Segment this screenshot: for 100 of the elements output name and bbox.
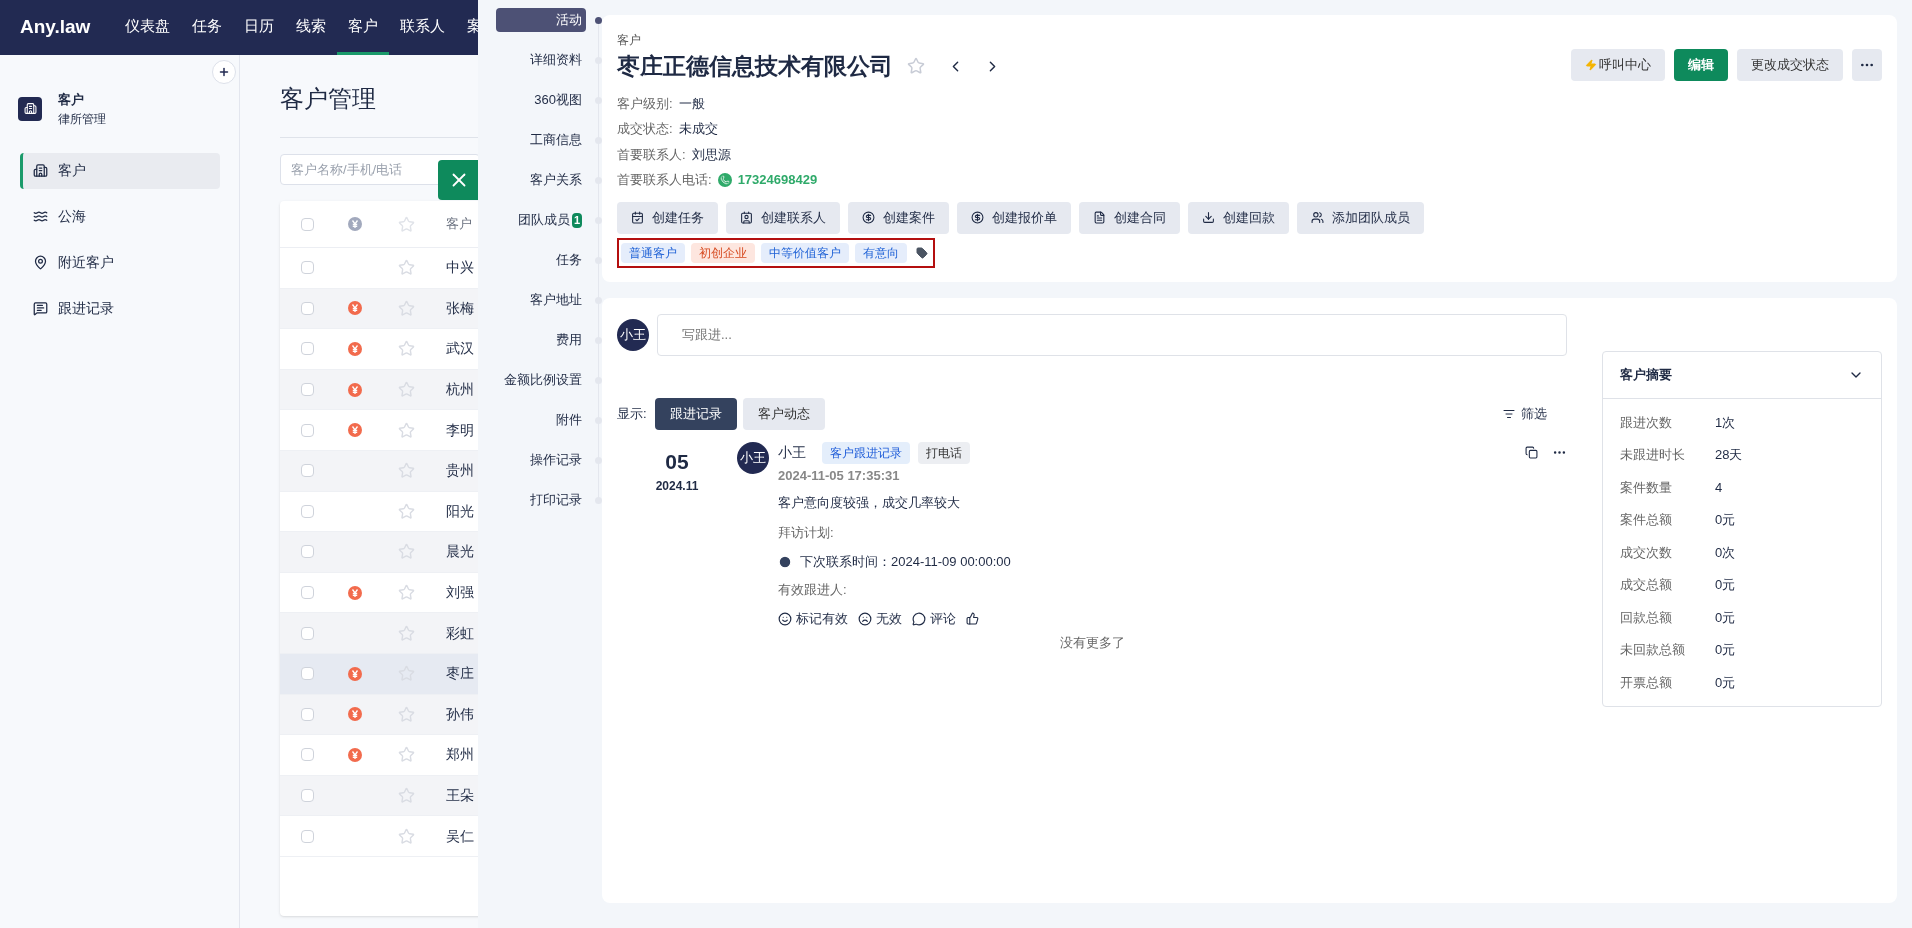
summary-value: 0元 <box>1715 641 1736 659</box>
checkbox[interactable] <box>300 707 314 721</box>
sidebar-item[interactable]: 公海 <box>20 198 220 235</box>
sidebar-item[interactable]: 跟进记录 <box>20 290 220 327</box>
coin-icon <box>348 585 362 600</box>
more-button[interactable] <box>1852 49 1882 81</box>
nav-tab[interactable]: 仪表盘 <box>114 0 182 55</box>
table-cell-text: 杭州 <box>445 380 474 400</box>
map-pin-icon <box>33 255 48 270</box>
table-cell-text: 王朵 <box>445 786 474 805</box>
nav-tab[interactable]: 客户 <box>337 0 390 55</box>
nav-tab[interactable]: 任务 <box>181 0 234 55</box>
star-icon <box>397 381 415 399</box>
coin-icon <box>862 211 875 224</box>
show-label: 显示: <box>617 404 647 423</box>
table-cell-text: 张梅 <box>445 298 474 318</box>
drawer-nav-item[interactable]: 活动 <box>496 8 586 32</box>
entry-month: 2024.11 <box>655 478 699 495</box>
entry-action[interactable]: 评论 <box>912 609 956 629</box>
nav-tab[interactable]: 联系人 <box>389 0 457 55</box>
avatar: 小王 <box>617 318 649 351</box>
logo[interactable]: Any.law <box>20 13 91 42</box>
waves-icon <box>33 209 48 224</box>
checkbox[interactable] <box>300 504 314 518</box>
close-button[interactable] <box>438 160 480 200</box>
tag: 普通客户 <box>621 242 685 263</box>
checkbox[interactable] <box>300 342 314 356</box>
table-cell-text: 刘强 <box>445 583 474 603</box>
checkbox[interactable] <box>300 545 314 559</box>
checkbox[interactable] <box>300 423 314 437</box>
download-icon <box>1202 211 1215 224</box>
star-icon <box>397 746 415 764</box>
field-value: 17324698429 <box>737 171 818 189</box>
action-button[interactable]: 创建任务 <box>617 201 718 234</box>
nav-tab[interactable]: 线索 <box>285 0 338 55</box>
edit-button[interactable]: 编辑 <box>1674 49 1728 81</box>
column-header: 客户 <box>445 215 472 234</box>
action-button[interactable]: 创建合同 <box>1079 201 1180 234</box>
action-button[interactable]: 创建报价单 <box>957 201 1071 234</box>
status-button[interactable]: 更改成交状态 <box>1737 49 1843 81</box>
field-label: 首要联系人电话: <box>617 171 712 189</box>
action-button[interactable]: 创建案件 <box>848 201 949 234</box>
checkbox[interactable] <box>300 217 314 231</box>
entry-action[interactable]: 无效 <box>858 609 902 629</box>
checkbox[interactable] <box>300 748 314 762</box>
coin-icon <box>348 301 362 316</box>
phone-icon <box>717 172 732 187</box>
like-button[interactable] <box>966 612 979 626</box>
call-center-button[interactable]: 呼叫中心 <box>1571 49 1665 81</box>
summary-label: 未回款总额 <box>1620 641 1686 659</box>
entry-action[interactable]: 标记有效 <box>778 609 848 629</box>
coin-icon <box>348 217 362 231</box>
filter-button[interactable]: 筛选 <box>1503 403 1547 424</box>
coin-icon <box>348 423 362 438</box>
star-icon <box>907 57 925 76</box>
thumbs-up-icon <box>966 612 979 626</box>
nav-tab[interactable]: 日历 <box>233 0 286 55</box>
star-icon <box>397 827 415 845</box>
entry-time: 2024-11-05 17:35:31 <box>778 466 900 485</box>
checkbox[interactable] <box>300 586 314 600</box>
sidebar-item[interactable]: 附近客户 <box>20 244 220 281</box>
sidebar-item[interactable]: 客户 <box>20 152 220 189</box>
star-icon <box>397 462 415 480</box>
star-icon <box>397 502 415 520</box>
document-icon <box>1093 211 1106 224</box>
calendar-icon <box>631 211 644 224</box>
checkbox[interactable] <box>300 301 314 315</box>
checkbox[interactable] <box>300 789 314 802</box>
action-button[interactable]: 创建联系人 <box>726 201 840 234</box>
followers-label: 有效跟进人: <box>778 580 847 599</box>
field-value: 一般 <box>678 94 705 113</box>
drawer-nav-item[interactable]: 工商信息 <box>496 128 586 152</box>
action-button[interactable]: 创建回款 <box>1188 201 1289 234</box>
drawer-nav-item[interactable]: 客户关系 <box>496 168 586 192</box>
summary-label: 案件总额 <box>1620 511 1673 529</box>
entry-tag: 客户跟进记录 <box>822 441 910 464</box>
people-icon <box>1311 211 1324 224</box>
checkbox[interactable] <box>300 829 314 843</box>
checkbox[interactable] <box>300 667 314 681</box>
tag-icon <box>916 246 928 259</box>
drawer-nav-item[interactable]: 详细资料 <box>496 48 586 72</box>
tag: 初创企业 <box>691 242 755 263</box>
star-icon <box>397 340 415 358</box>
drawer-nav-item[interactable]: 360视图 <box>496 88 586 112</box>
collapse-button[interactable] <box>212 60 236 84</box>
feed-tab[interactable]: 跟进记录 <box>654 397 737 430</box>
follow-up-input[interactable]: 写跟进... <box>657 313 1567 356</box>
entry-day: 05 <box>665 445 689 477</box>
summary-value: 1次 <box>1715 413 1736 432</box>
star-icon <box>397 259 415 277</box>
drawer-nav-item[interactable]: 团队成员 1 <box>496 208 586 232</box>
checkbox[interactable] <box>300 626 314 640</box>
feed-tab[interactable]: 客户动态 <box>742 397 825 430</box>
action-button[interactable]: 添加团队成员 <box>1297 201 1424 234</box>
checkbox[interactable] <box>300 383 314 397</box>
checkbox[interactable] <box>300 464 314 478</box>
table-cell-text: 彩虹 <box>445 623 474 643</box>
summary-label: 成交次数 <box>1620 543 1673 562</box>
module-icon <box>18 96 42 121</box>
checkbox[interactable] <box>300 261 314 275</box>
